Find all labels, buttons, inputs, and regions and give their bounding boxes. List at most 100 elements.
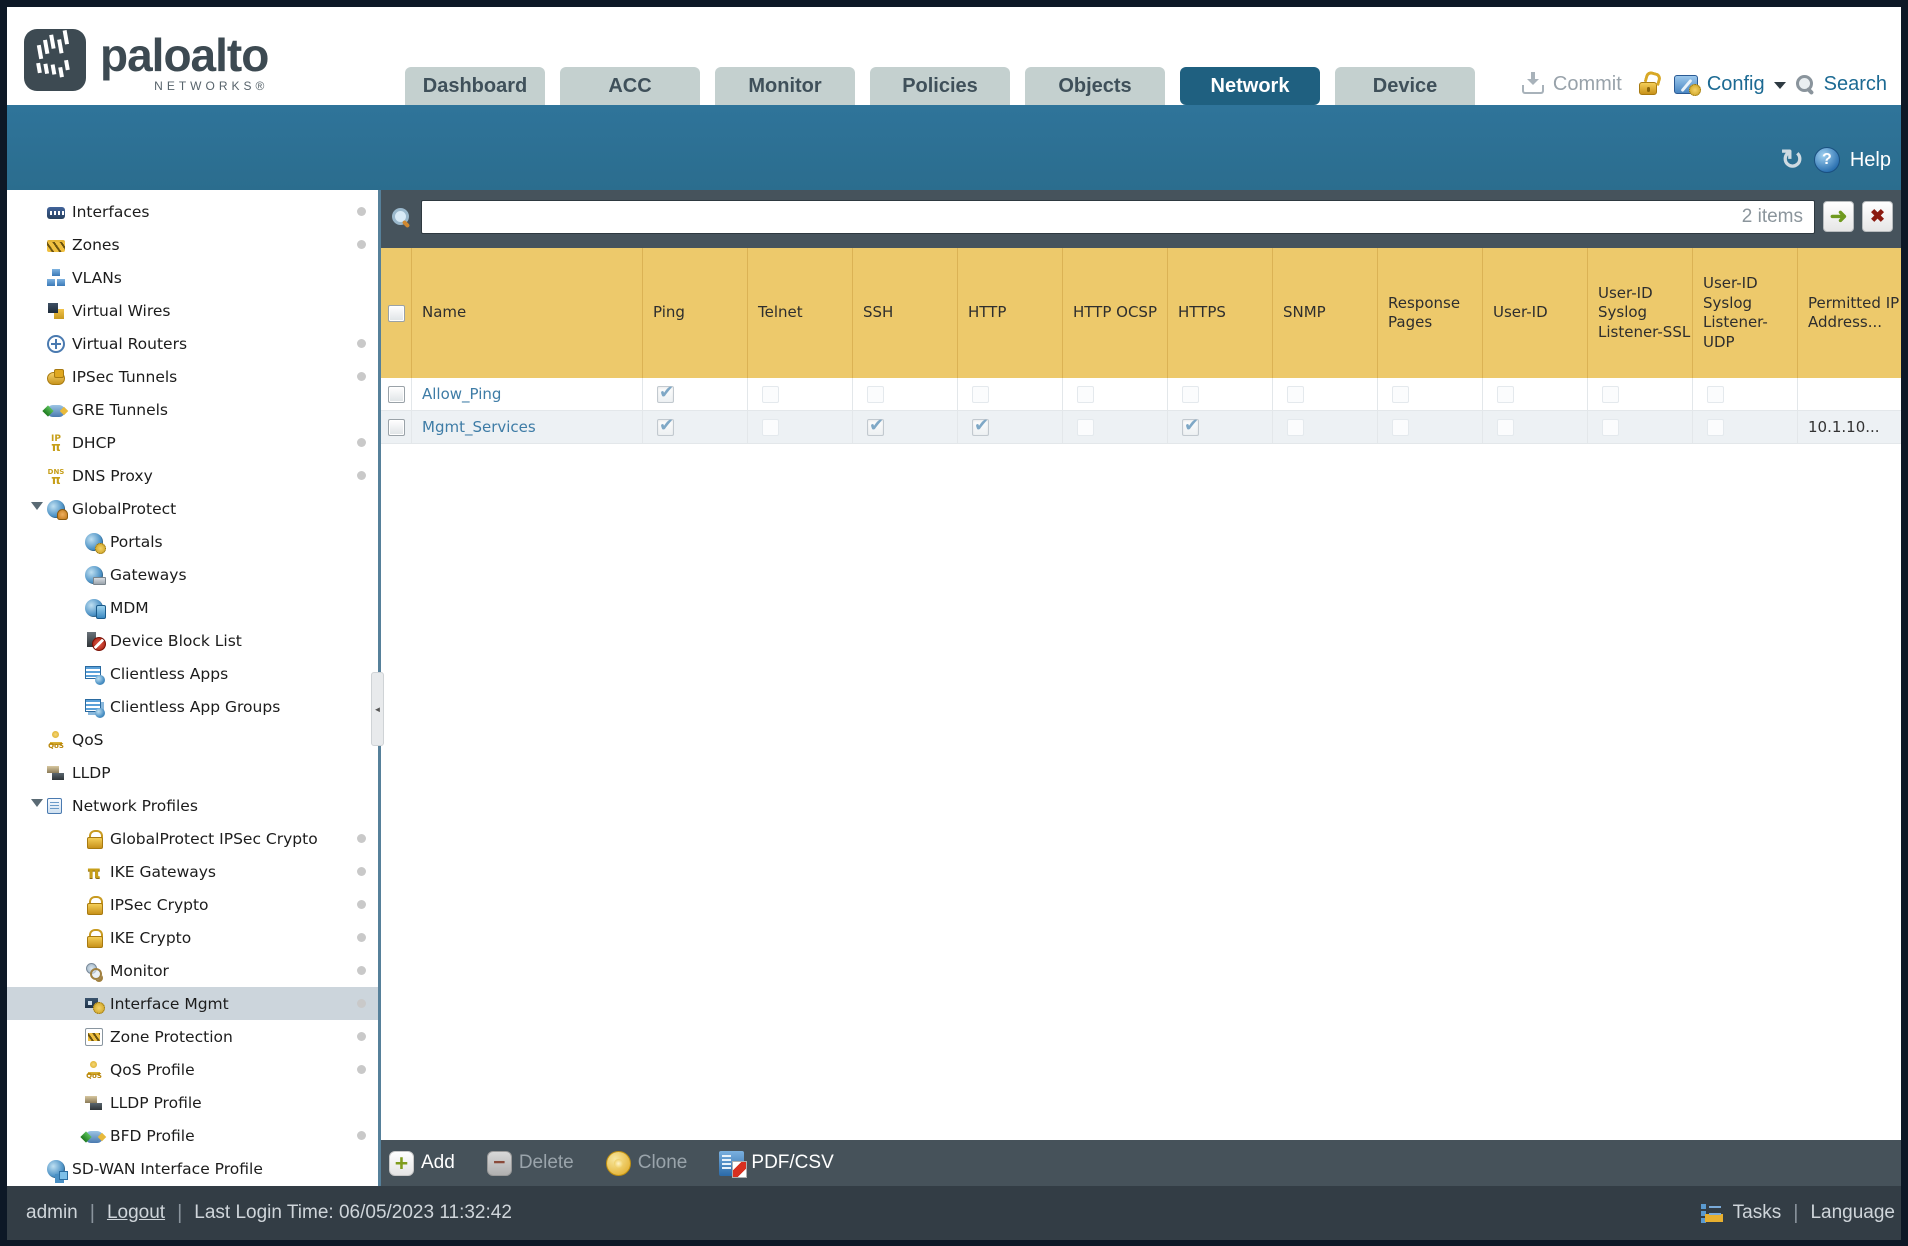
- sidebar-item-dhcp[interactable]: DHCP: [7, 426, 378, 459]
- sidebar-item-virtual-wires[interactable]: Virtual Wires: [7, 294, 378, 327]
- uid-syslog-ssl-checkbox[interactable]: [1602, 385, 1619, 403]
- tab-network[interactable]: Network: [1180, 67, 1320, 105]
- sidebar-item-sd-wan-interface-profile[interactable]: SD-WAN Interface Profile: [7, 1152, 378, 1185]
- sidebar-item-interfaces[interactable]: Interfaces: [7, 195, 378, 228]
- column-header-snmp[interactable]: SNMP: [1273, 248, 1378, 378]
- tab-monitor[interactable]: Monitor: [715, 67, 855, 105]
- sidebar-item-ike-gateways[interactable]: IKE Gateways: [7, 855, 378, 888]
- expander-icon[interactable]: [31, 502, 43, 510]
- tab-device[interactable]: Device: [1335, 67, 1475, 105]
- language-button[interactable]: Language: [1810, 1202, 1895, 1224]
- help-label[interactable]: Help: [1850, 149, 1891, 172]
- help-icon[interactable]: ?: [1813, 147, 1840, 173]
- sidebar-item-device-block-list[interactable]: Device Block List: [7, 624, 378, 657]
- add-button[interactable]: + Add: [389, 1150, 455, 1176]
- unlock-icon[interactable]: [1638, 82, 1657, 95]
- https-checkbox[interactable]: [1182, 415, 1199, 436]
- sidebar-item-qos[interactable]: QoS: [7, 723, 378, 756]
- https-checkbox[interactable]: [1182, 385, 1199, 403]
- clone-button[interactable]: Clone: [605, 1150, 687, 1176]
- sidebar-item-lldp[interactable]: LLDP: [7, 756, 378, 789]
- select-all-checkbox[interactable]: [387, 304, 405, 322]
- pdf-csv-button[interactable]: PDF/CSV: [719, 1150, 834, 1178]
- telnet-checkbox[interactable]: [762, 385, 779, 403]
- sidebar-item-lldp-profile[interactable]: LLDP Profile: [7, 1086, 378, 1119]
- column-header-user-id[interactable]: User-ID: [1483, 248, 1588, 378]
- commit-button[interactable]: Commit: [1553, 73, 1622, 96]
- column-header-http-ocsp[interactable]: HTTP OCSP: [1063, 248, 1168, 378]
- sidebar-item-network-profiles[interactable]: Network Profiles: [7, 789, 378, 822]
- http-checkbox[interactable]: [972, 385, 989, 403]
- user-id-checkbox[interactable]: [1497, 385, 1514, 403]
- snmp-checkbox[interactable]: [1287, 385, 1304, 403]
- uid-syslog-udp-checkbox[interactable]: [1707, 385, 1724, 403]
- filter-input[interactable]: [421, 199, 1815, 234]
- sidebar-item-zone-protection[interactable]: Zone Protection: [7, 1020, 378, 1053]
- sidebar-item-interface-mgmt[interactable]: Interface Mgmt: [7, 987, 378, 1020]
- column-header-ssh[interactable]: SSH: [853, 248, 958, 378]
- sidebar-item-clientless-app-groups[interactable]: Clientless App Groups: [7, 690, 378, 723]
- apply-filter-button[interactable]: ➜: [1823, 201, 1854, 232]
- sidebar-item-ipsec-tunnels[interactable]: IPSec Tunnels: [7, 360, 378, 393]
- tasks-button[interactable]: Tasks: [1733, 1202, 1782, 1224]
- sidebar-item-virtual-routers[interactable]: Virtual Routers: [7, 327, 378, 360]
- profile-name-link[interactable]: Allow_Ping: [422, 385, 501, 403]
- column-header-telnet[interactable]: Telnet: [748, 248, 853, 378]
- sidebar-item-globalprotect[interactable]: GlobalProtect: [7, 492, 378, 525]
- ping-checkbox[interactable]: [657, 382, 674, 403]
- profile-name-link[interactable]: Mgmt_Services: [422, 418, 536, 436]
- ping-checkbox[interactable]: [657, 415, 674, 436]
- uid-syslog-ssl-checkbox[interactable]: [1602, 418, 1619, 436]
- sidebar-item-globalprotect-ipsec-crypto[interactable]: GlobalProtect IPSec Crypto: [7, 822, 378, 855]
- delete-button[interactable]: − Delete: [486, 1150, 574, 1176]
- sidebar-item-gateways[interactable]: Gateways: [7, 558, 378, 591]
- sidebar-item-vlans[interactable]: VLANs: [7, 261, 378, 294]
- clear-filter-button[interactable]: ✖: [1862, 201, 1893, 232]
- column-header-name[interactable]: Name: [412, 248, 643, 378]
- sidebar-item-dns-proxy[interactable]: DNS Proxy: [7, 459, 378, 492]
- sidebar-item-bfd-profile[interactable]: BFD Profile: [7, 1119, 378, 1152]
- ssh-checkbox[interactable]: [867, 385, 884, 403]
- sidebar-collapse-handle[interactable]: ◄: [371, 672, 384, 746]
- user-id-checkbox[interactable]: [1497, 418, 1514, 436]
- column-header-https[interactable]: HTTPS: [1168, 248, 1273, 378]
- column-header-ping[interactable]: Ping: [643, 248, 748, 378]
- http-ocsp-checkbox[interactable]: [1077, 418, 1094, 436]
- response-pages-checkbox[interactable]: [1392, 418, 1409, 436]
- sidebar-item-monitor[interactable]: Monitor: [7, 954, 378, 987]
- telnet-checkbox[interactable]: [762, 418, 779, 436]
- column-header-uid-syslog-ssl[interactable]: User-ID Syslog Listener-SSL: [1588, 248, 1693, 378]
- column-header-uid-syslog-udp[interactable]: User-ID Syslog Listener-UDP: [1693, 248, 1798, 378]
- row-select-checkbox[interactable]: [387, 418, 405, 436]
- ssh-checkbox[interactable]: [867, 415, 884, 436]
- sidebar-item-mdm[interactable]: MDM: [7, 591, 378, 624]
- http-checkbox[interactable]: [972, 415, 989, 436]
- uid-syslog-udp-checkbox[interactable]: [1707, 418, 1724, 436]
- config-button[interactable]: Config: [1707, 73, 1765, 96]
- sidebar-item-zones[interactable]: Zones: [7, 228, 378, 261]
- tab-objects[interactable]: Objects: [1025, 67, 1165, 105]
- tasks-icon[interactable]: [1700, 1203, 1725, 1223]
- refresh-icon[interactable]: ↻: [1780, 146, 1803, 174]
- tab-policies[interactable]: Policies: [870, 67, 1010, 105]
- config-caret-icon[interactable]: [1773, 82, 1786, 89]
- sidebar-item-ike-crypto[interactable]: IKE Crypto: [7, 921, 378, 954]
- response-pages-checkbox[interactable]: [1392, 385, 1409, 403]
- column-header-select[interactable]: [381, 248, 412, 378]
- sidebar-item-gre-tunnels[interactable]: GRE Tunnels: [7, 393, 378, 426]
- column-header-http[interactable]: HTTP: [958, 248, 1063, 378]
- logout-link[interactable]: Logout: [107, 1202, 165, 1224]
- expander-icon[interactable]: [31, 799, 43, 807]
- global-search-button[interactable]: Search: [1824, 73, 1887, 96]
- sidebar-item-clientless-apps[interactable]: Clientless Apps: [7, 657, 378, 690]
- column-header-response-pages[interactable]: Response Pages: [1378, 248, 1483, 378]
- http-ocsp-checkbox[interactable]: [1077, 385, 1094, 403]
- snmp-checkbox[interactable]: [1287, 418, 1304, 436]
- tab-dashboard[interactable]: Dashboard: [405, 67, 545, 105]
- column-header-permitted-ip[interactable]: Permitted IP Address...: [1798, 248, 1901, 378]
- sidebar-item-qos-profile[interactable]: QoS Profile: [7, 1053, 378, 1086]
- sidebar-item-ipsec-crypto[interactable]: IPSec Crypto: [7, 888, 378, 921]
- sidebar-item-portals[interactable]: Portals: [7, 525, 378, 558]
- tab-acc[interactable]: ACC: [560, 67, 700, 105]
- row-select-checkbox[interactable]: [387, 385, 405, 403]
